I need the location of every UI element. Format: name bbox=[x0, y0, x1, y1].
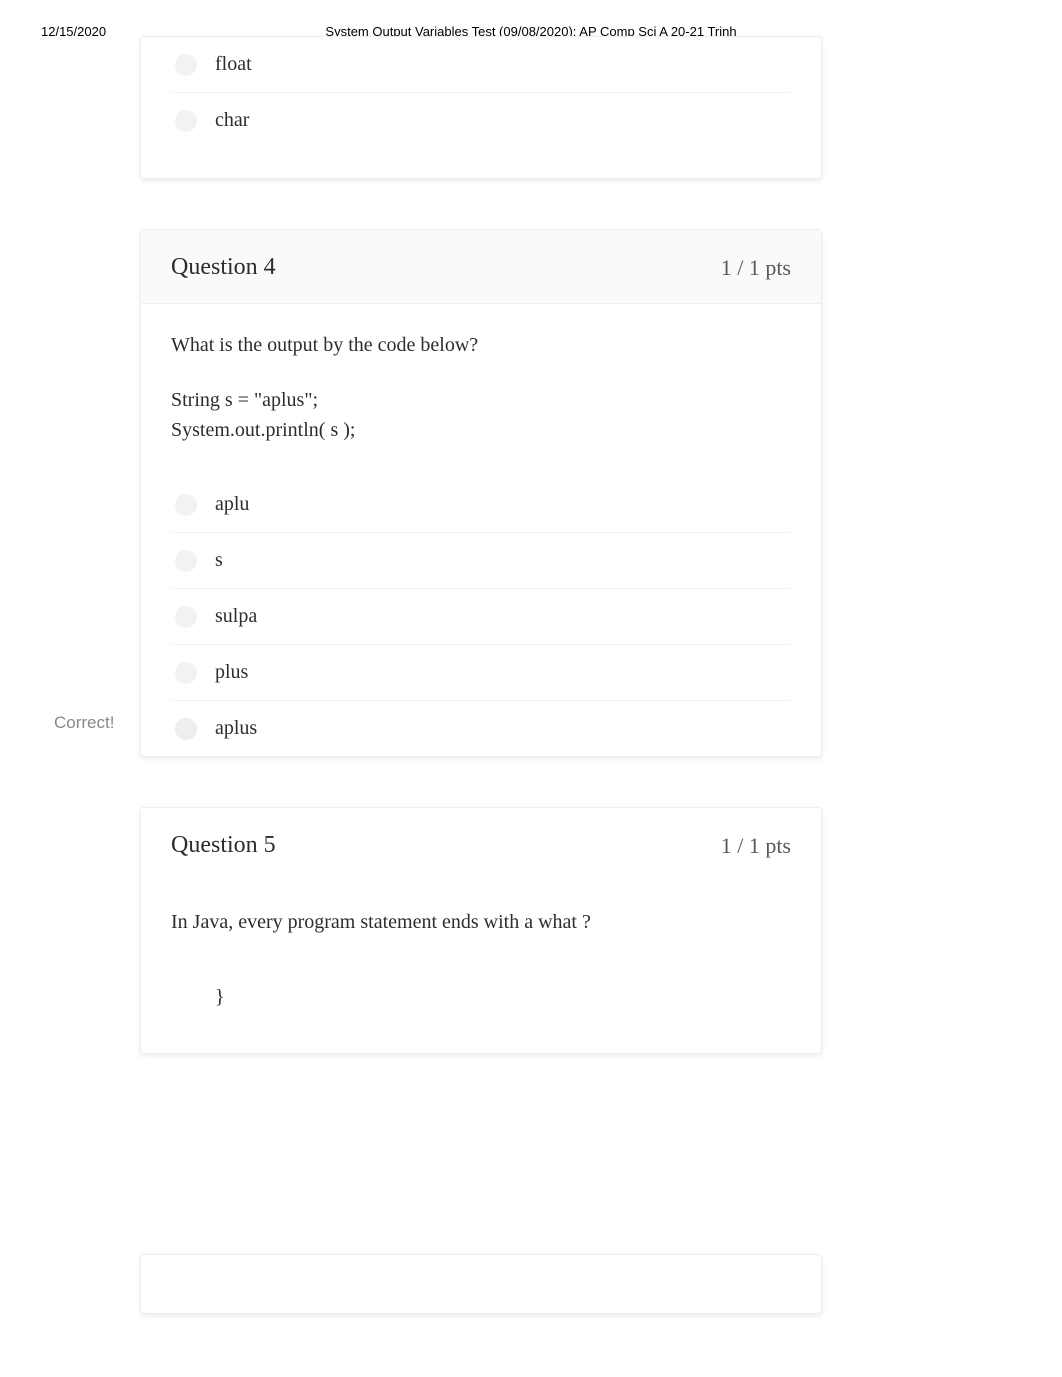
option-label: s bbox=[215, 549, 223, 572]
option-row[interactable]: s bbox=[171, 533, 791, 589]
options-list: aplu s sulpa plus aplus bbox=[141, 477, 821, 756]
radio-icon[interactable] bbox=[175, 494, 197, 516]
partial-question-card: float char bbox=[140, 36, 822, 179]
option-row[interactable]: plus bbox=[171, 645, 791, 701]
options-list: } bbox=[141, 972, 821, 1053]
correct-label: Correct! bbox=[54, 713, 114, 733]
question-title: Question 5 bbox=[171, 832, 276, 859]
radio-icon[interactable] bbox=[175, 550, 197, 572]
option-row[interactable]: char bbox=[171, 93, 791, 148]
option-label: sulpa bbox=[215, 605, 257, 628]
code-block: String s = "aplus"; System.out.println( … bbox=[171, 385, 791, 445]
question-body: In Java, every program statement ends wi… bbox=[141, 881, 821, 972]
radio-icon[interactable] bbox=[175, 110, 197, 132]
question-title: Question 4 bbox=[171, 254, 276, 281]
code-line: System.out.println( s ); bbox=[171, 415, 791, 445]
radio-icon[interactable] bbox=[175, 718, 197, 740]
radio-icon[interactable] bbox=[175, 662, 197, 684]
code-line: String s = "aplus"; bbox=[171, 385, 791, 415]
option-label: plus bbox=[215, 661, 248, 684]
option-label: float bbox=[215, 53, 252, 76]
question-points: 1 / 1 pts bbox=[721, 833, 791, 859]
option-row[interactable]: aplu bbox=[171, 477, 791, 533]
question-4-card: Question 4 1 / 1 pts What is the output … bbox=[140, 229, 822, 757]
question-prompt: In Java, every program statement ends wi… bbox=[171, 911, 791, 934]
radio-icon[interactable] bbox=[175, 54, 197, 76]
options-list: float char bbox=[141, 37, 821, 148]
question-5-card: Question 5 1 / 1 pts In Java, every prog… bbox=[140, 807, 822, 1054]
option-row-correct[interactable]: aplus bbox=[171, 701, 791, 756]
radio-icon[interactable] bbox=[175, 606, 197, 628]
question-points: 1 / 1 pts bbox=[721, 255, 791, 281]
question-prompt: What is the output by the code below? bbox=[171, 334, 791, 357]
option-row[interactable]: float bbox=[171, 37, 791, 93]
question-header: Question 5 1 / 1 pts bbox=[141, 808, 821, 881]
main-content: float char Question 4 1 / 1 pts What is … bbox=[0, 0, 1062, 1314]
option-label: } bbox=[215, 986, 225, 1009]
partial-bottom-card bbox=[140, 1254, 822, 1314]
option-row[interactable]: } bbox=[171, 972, 791, 1023]
question-header: Question 4 1 / 1 pts bbox=[141, 230, 821, 304]
option-label: aplu bbox=[215, 493, 249, 516]
option-row[interactable]: sulpa bbox=[171, 589, 791, 645]
option-label: char bbox=[215, 109, 249, 132]
option-label: aplus bbox=[215, 717, 257, 740]
question-body: What is the output by the code below? St… bbox=[141, 304, 821, 477]
spacer bbox=[140, 1104, 822, 1254]
